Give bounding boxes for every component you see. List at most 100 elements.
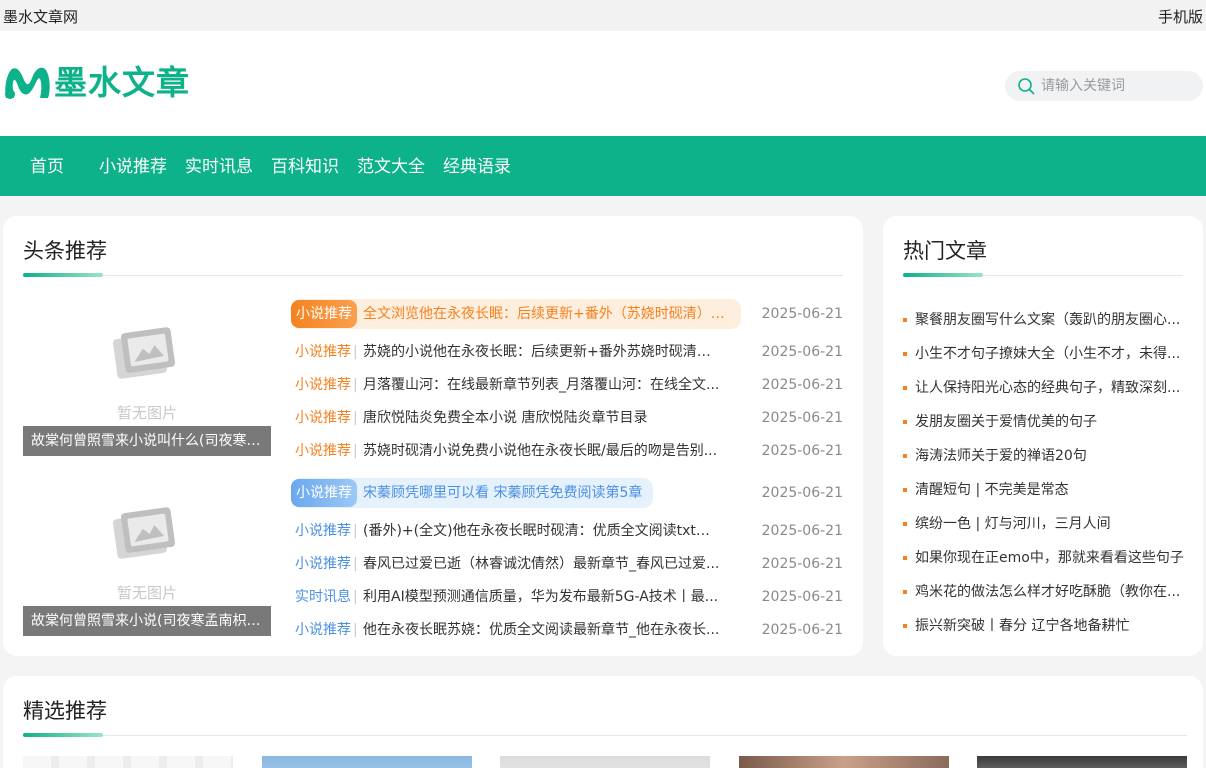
row-title[interactable]: 苏娆时砚清小说免费小说他在永夜长眠/最后的吻是告别... — [363, 437, 723, 465]
row-date: 2025-06-21 — [761, 622, 843, 638]
hot-accent — [903, 273, 983, 277]
hot-item[interactable]: 发朋友圈关于爱情优美的句子 — [903, 411, 1185, 433]
feature-thumb[interactable] — [500, 756, 710, 768]
no-image-text: 暂无图片 — [116, 584, 177, 602]
bullet-dot — [903, 386, 907, 390]
category-badge[interactable]: 小说推荐 — [291, 300, 357, 328]
nav-item-home[interactable]: 首页 — [30, 156, 64, 178]
logo-m-icon — [5, 67, 50, 99]
row-date: 2025-06-21 — [761, 377, 843, 393]
row-title[interactable]: 苏娆的小说他在永夜长眠：后续更新+番外苏娆时砚清全... — [363, 338, 723, 366]
feature-thumb[interactable] — [23, 756, 233, 768]
row-title[interactable]: 利用AI模型预测通信质量，华为发布最新5G-A技术丨最... — [363, 583, 723, 611]
list-item[interactable]: 小说推荐 | 苏娆的小说他在永夜长眠：后续更新+番外苏娆时砚清全... 2025-… — [291, 338, 843, 366]
featured-row[interactable]: 小说推荐 全文浏览他在永夜长眠：后续更新+番外（苏娆时砚清）_... 2025-… — [291, 299, 843, 329]
featured-title[interactable]: 全文浏览他在永夜长眠：后续更新+番外（苏娆时砚清）_... — [363, 300, 729, 328]
bullet-dot — [903, 318, 907, 322]
hot-item[interactable]: 缤纷一色 | 灯与河川，三月人间 — [903, 513, 1185, 535]
row-date: 2025-06-21 — [761, 485, 843, 501]
category-tag[interactable]: 小说推荐 | — [295, 517, 358, 545]
list-item[interactable]: 小说推荐 | 他在永夜长眠苏娆：优质全文阅读最新章节_他在永夜长... 2025-… — [291, 616, 843, 644]
featured-title[interactable]: 宋蓁顾凭哪里可以看 宋蓁顾凭免费阅读第5章 — [363, 479, 729, 507]
feature-thumb[interactable] — [262, 756, 472, 768]
feature-accent — [23, 733, 103, 737]
site-logo[interactable]: 墨水文章 — [2, 63, 202, 103]
logo-text: 墨水文章 — [54, 63, 190, 102]
headline-accent — [23, 273, 103, 277]
site-name-link[interactable]: 墨水文章网 — [3, 6, 78, 27]
list-item[interactable]: 小说推荐 | 春风已过爱已逝（林睿诚沈倩然）最新章节_春风已过爱... 2025-… — [291, 550, 843, 578]
row-title[interactable]: (番外)+(全文)他在永夜长眠时砚清：优质全文阅读txt下... — [363, 517, 723, 545]
featured-section: 精选推荐 — [3, 676, 1203, 768]
hot-articles-section: 热门文章 聚餐朋友圈写什么文案（轰趴的朋友圈心... 小生不才句子撩妹大全（小生… — [883, 216, 1203, 656]
feature-thumb[interactable] — [977, 756, 1187, 768]
category-tag[interactable]: 小说推荐 | — [295, 338, 358, 366]
thumb-caption[interactable]: 故棠何曾照雪来小说叫什么(司夜寒孟... — [23, 426, 271, 456]
hot-item[interactable]: 让人保持阳光心态的经典句子，精致深刻... — [903, 377, 1185, 399]
image-placeholder-icon — [112, 327, 176, 379]
main-nav: 首页 小说推荐 实时讯息 百科知识 范文大全 经典语录 — [0, 136, 1206, 196]
category-tag[interactable]: 小说推荐 | — [295, 616, 358, 644]
hot-title: 热门文章 — [903, 239, 987, 263]
nav-item-novel[interactable]: 小说推荐 — [99, 156, 167, 178]
headline-title: 头条推荐 — [23, 239, 107, 263]
category-tag[interactable]: 小说推荐 | — [295, 437, 358, 465]
category-tag[interactable]: 小说推荐 | — [295, 550, 358, 578]
no-image-text: 暂无图片 — [116, 404, 177, 422]
row-title[interactable]: 唐欣悦陆炎免费全本小说 唐欣悦陆炎章节目录 — [363, 404, 723, 432]
featured-row[interactable]: 小说推荐 宋蓁顾凭哪里可以看 宋蓁顾凭免费阅读第5章 2025-06-21 — [291, 478, 843, 508]
header: 墨水文章 — [0, 31, 1206, 136]
nav-item-news[interactable]: 实时讯息 — [185, 156, 253, 178]
list-item[interactable]: 小说推荐 | 苏娆时砚清小说免费小说他在永夜长眠/最后的吻是告别... 2025-… — [291, 437, 843, 465]
headline-thumb-2[interactable]: 暂无图片 故棠何曾照雪来小说(司夜寒孟南枳)+... — [23, 478, 271, 636]
thumb-caption[interactable]: 故棠何曾照雪来小说(司夜寒孟南枳)+... — [23, 606, 271, 636]
search-input[interactable] — [1041, 75, 1191, 97]
bullet-dot — [903, 522, 907, 526]
bullet-dot — [903, 590, 907, 594]
search-icon[interactable] — [1017, 77, 1035, 95]
row-title[interactable]: 月落覆山河：在线最新章节列表_月落覆山河：在线全文... — [363, 371, 723, 399]
feature-thumb[interactable] — [739, 756, 949, 768]
image-placeholder-icon — [112, 507, 176, 559]
list-item[interactable]: 实时讯息 | 利用AI模型预测通信质量，华为发布最新5G-A技术丨最... 202… — [291, 583, 843, 611]
hot-item[interactable]: 如果你现在正emo中，那就来看看这些句子 — [903, 547, 1185, 569]
hot-item[interactable]: 小生不才句子撩妹大全（小生不才，未得... — [903, 343, 1185, 365]
top-bar: 墨水文章网 手机版 — [0, 0, 1206, 31]
feature-title: 精选推荐 — [23, 699, 107, 723]
row-title[interactable]: 春风已过爱已逝（林睿诚沈倩然）最新章节_春风已过爱... — [363, 550, 723, 578]
row-date: 2025-06-21 — [761, 306, 843, 322]
search-box[interactable] — [1005, 71, 1203, 101]
row-date: 2025-06-21 — [761, 344, 843, 360]
row-date: 2025-06-21 — [761, 589, 843, 605]
bullet-dot — [903, 352, 907, 356]
list-item[interactable]: 小说推荐 | 月落覆山河：在线最新章节列表_月落覆山河：在线全文... 2025-… — [291, 371, 843, 399]
hot-item[interactable]: 鸡米花的做法怎么样才好吃酥脆（教你在... — [903, 581, 1185, 603]
bullet-dot — [903, 624, 907, 628]
row-title[interactable]: 他在永夜长眠苏娆：优质全文阅读最新章节_他在永夜长... — [363, 616, 723, 644]
row-date: 2025-06-21 — [761, 523, 843, 539]
row-date: 2025-06-21 — [761, 443, 843, 459]
row-date: 2025-06-21 — [761, 556, 843, 572]
hot-item[interactable]: 海涛法师关于爱的禅语20句 — [903, 445, 1185, 467]
headline-section: 头条推荐 暂无图片 故棠何曾照雪来小说叫什么(司夜寒孟... 小说推荐 全文浏览… — [3, 216, 863, 656]
bullet-dot — [903, 454, 907, 458]
nav-item-essays[interactable]: 范文大全 — [357, 156, 425, 178]
headline-divider — [23, 275, 843, 276]
category-tag[interactable]: 小说推荐 | — [295, 404, 358, 432]
headline-thumb-1[interactable]: 暂无图片 故棠何曾照雪来小说叫什么(司夜寒孟... — [23, 298, 271, 456]
category-tag[interactable]: 小说推荐 | — [295, 371, 358, 399]
category-tag[interactable]: 实时讯息 | — [295, 583, 358, 611]
row-date: 2025-06-21 — [761, 410, 843, 426]
bullet-dot — [903, 420, 907, 424]
hot-item[interactable]: 清醒短句 | 不完美是常态 — [903, 479, 1185, 501]
bullet-dot — [903, 556, 907, 560]
nav-item-wiki[interactable]: 百科知识 — [271, 156, 339, 178]
hot-item[interactable]: 聚餐朋友圈写什么文案（轰趴的朋友圈心... — [903, 309, 1185, 331]
feature-divider — [23, 735, 1187, 736]
mobile-version-link[interactable]: 手机版 — [1158, 6, 1203, 27]
category-badge[interactable]: 小说推荐 — [291, 479, 357, 507]
nav-item-quotes[interactable]: 经典语录 — [443, 156, 511, 178]
list-item[interactable]: 小说推荐 | 唐欣悦陆炎免费全本小说 唐欣悦陆炎章节目录 2025-06-21 — [291, 404, 843, 432]
hot-item[interactable]: 振兴新突破丨春分 辽宁各地备耕忙 — [903, 615, 1185, 637]
list-item[interactable]: 小说推荐 | (番外)+(全文)他在永夜长眠时砚清：优质全文阅读txt下... 2… — [291, 517, 843, 545]
